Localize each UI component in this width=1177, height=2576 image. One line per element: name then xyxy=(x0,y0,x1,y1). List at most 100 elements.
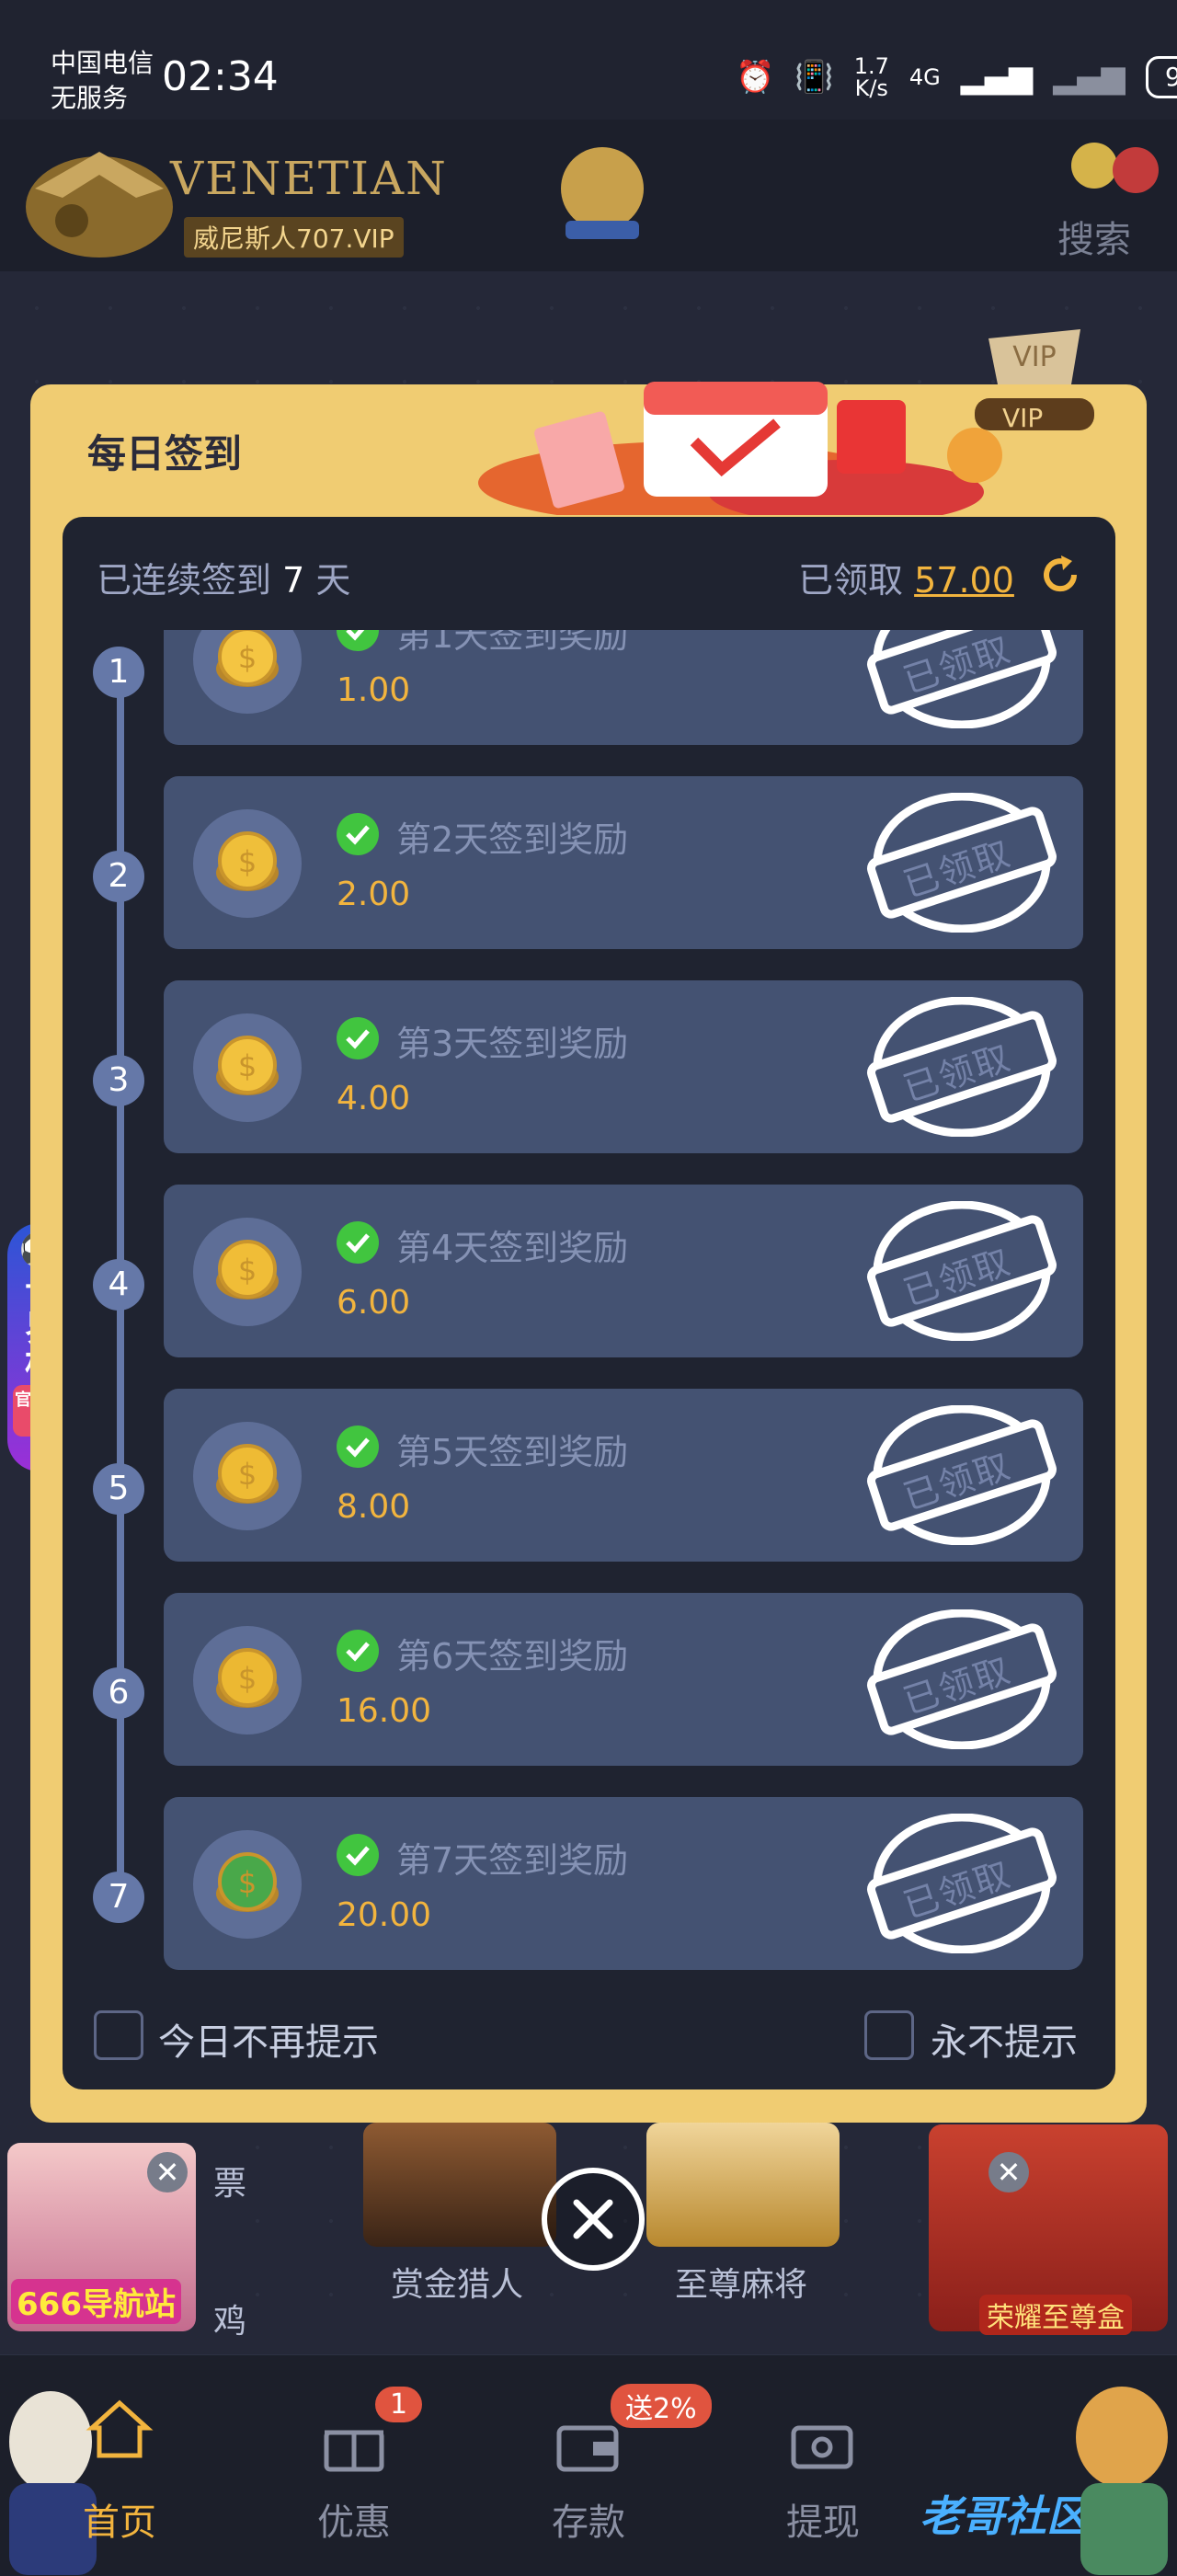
day-index-badge: 6 xyxy=(93,1667,144,1719)
day-index-badge: 4 xyxy=(93,1259,144,1311)
nav-home[interactable]: 首页 xyxy=(55,2492,184,2546)
claimed-summary: 已领取 57.00 xyxy=(798,552,1014,602)
balloon-icon xyxy=(1071,143,1159,193)
coin-icon: $ xyxy=(193,1830,302,1939)
tiger-mascot-icon xyxy=(1076,2387,1168,2575)
svg-text:$: $ xyxy=(238,1865,257,1900)
coin-icon: $ xyxy=(193,1422,302,1530)
day-title: 第2天签到奖励 xyxy=(396,819,629,860)
checkmark-icon xyxy=(337,813,379,855)
refresh-icon[interactable] xyxy=(1037,552,1083,598)
promo-tile-right-label: 荣耀至尊盒 xyxy=(979,2295,1132,2335)
day-amount: 6.00 xyxy=(337,1284,411,1322)
net-speed: 1.7 K/s xyxy=(853,53,889,101)
streak-summary: 已连续签到 7 天 xyxy=(97,552,350,602)
game-name-bounty-hunters[interactable]: 赏金猎人 xyxy=(391,2258,523,2306)
day-index-badge: 2 xyxy=(93,851,144,902)
checkin-day-row: $ 第5天签到奖励 8.00 已领取 xyxy=(164,1389,1083,1562)
dont-remind-today-checkbox[interactable] xyxy=(94,2010,143,2060)
checkmark-icon xyxy=(337,1834,379,1876)
day-amount: 2.00 xyxy=(337,876,411,913)
day-index-badge: 3 xyxy=(93,1055,144,1106)
lion-logo-icon xyxy=(26,152,173,258)
streak-days: 7 xyxy=(282,560,305,601)
svg-text:$: $ xyxy=(238,1457,257,1492)
claimed-stamp: 已领取 xyxy=(864,1404,1059,1546)
day-title: 第1天签到奖励 xyxy=(396,630,629,656)
status-time: 02:34 xyxy=(162,53,279,100)
coin-icon: $ xyxy=(193,809,302,918)
carrier-info: 中国电信 无服务 xyxy=(51,46,154,116)
checkmark-icon xyxy=(337,1017,379,1059)
signal-off-icon: ▂▄▆ xyxy=(1053,59,1126,96)
checkmark-icon xyxy=(337,1425,379,1468)
day-amount: 4.00 xyxy=(337,1080,411,1117)
svg-text:$: $ xyxy=(238,844,257,879)
checkmark-icon xyxy=(337,630,379,651)
status-icons: ⏰ 📳 1.7 K/s 4G ▂▄▆ ▂▄▆ 92 xyxy=(736,55,1177,99)
close-icon[interactable]: ✕ xyxy=(988,2152,1029,2192)
checkin-day-row: $ 第1天签到奖励 1.00 已领取 xyxy=(164,630,1083,745)
svg-text:$: $ xyxy=(238,1048,257,1083)
checkin-day-row: $ 第3天签到奖励 4.00 已领取 xyxy=(164,980,1083,1153)
nav-deposit[interactable]: 存款 xyxy=(524,2492,653,2546)
day-title: 第4天签到奖励 xyxy=(396,1228,629,1268)
wallet-icon xyxy=(556,2425,619,2472)
list-item[interactable]: 票 xyxy=(213,2157,246,2204)
day-title: 第3天签到奖励 xyxy=(396,1024,629,1064)
day-amount: 8.00 xyxy=(337,1488,411,1526)
battery-icon: 92 xyxy=(1145,56,1177,98)
claimed-total: 57.00 xyxy=(914,560,1014,601)
close-icon[interactable]: ✕ xyxy=(147,2152,188,2192)
vibrate-icon: 📳 xyxy=(794,59,834,96)
day-amount: 1.00 xyxy=(337,671,411,709)
logo-text: VENETIAN xyxy=(170,152,448,205)
deposit-badge: 送2% xyxy=(611,2384,712,2428)
close-modal-button[interactable] xyxy=(542,2168,645,2271)
calendar-gift-illustration xyxy=(478,382,1002,515)
logo-subtitle: 威尼斯人707.VIP xyxy=(184,217,404,258)
checkmark-icon xyxy=(337,1630,379,1672)
game-tile-bounty-hunters[interactable] xyxy=(363,2123,556,2247)
coin-icon: $ xyxy=(193,630,302,714)
coin-icon: $ xyxy=(193,1218,302,1326)
network-type: 4G xyxy=(908,64,941,90)
world-cup-mascot-icon xyxy=(561,147,644,239)
gift-icon xyxy=(324,2430,384,2472)
svg-text:VIP: VIP xyxy=(1012,341,1056,373)
service-status: 无服务 xyxy=(51,83,129,113)
nav-withdraw[interactable]: 提现 xyxy=(759,2492,887,2546)
streak-prefix: 已连续签到 xyxy=(97,560,272,601)
game-name-mahjong[interactable]: 至尊麻将 xyxy=(675,2258,807,2306)
game-tile-mahjong[interactable] xyxy=(646,2123,840,2247)
day-index-badge: 7 xyxy=(93,1872,144,1923)
day-amount: 16.00 xyxy=(337,1692,432,1730)
carrier-name: 中国电信 xyxy=(51,48,154,78)
checkin-day-row: $ 第7天签到奖励 20.00 已领取 xyxy=(164,1797,1083,1970)
svg-text:$: $ xyxy=(238,1253,257,1288)
svg-text:$: $ xyxy=(238,1661,257,1696)
streak-suffix: 天 xyxy=(315,560,351,601)
svg-text:$: $ xyxy=(238,640,257,675)
claimed-stamp: 已领取 xyxy=(864,630,1059,729)
claimed-stamp: 已领取 xyxy=(864,1813,1059,1954)
claimed-stamp: 已领取 xyxy=(864,996,1059,1138)
promo-tile-left-label: 666导航站 xyxy=(11,2279,181,2324)
claimed-stamp: 已领取 xyxy=(864,1200,1059,1342)
vip-badge-label: VIP xyxy=(1002,403,1044,433)
coin-icon: $ xyxy=(193,1013,302,1122)
day-title: 第5天签到奖励 xyxy=(396,1432,629,1472)
search-button[interactable]: 搜索 xyxy=(1057,210,1131,263)
checkin-day-row: $ 第6天签到奖励 16.00 已领取 xyxy=(164,1593,1083,1766)
list-item[interactable]: 鸡 xyxy=(213,2295,246,2342)
signal-icon: ▂▄▆ xyxy=(960,59,1034,96)
nav-promotions[interactable]: 优惠 xyxy=(290,2492,418,2546)
home-icon xyxy=(86,2399,154,2458)
dont-remind-today-label: 今日不再提示 xyxy=(158,2021,379,2064)
modal-title: 每日签到 xyxy=(87,431,243,476)
day-index-badge: 1 xyxy=(93,647,144,698)
never-remind-checkbox[interactable] xyxy=(864,2010,914,2060)
close-icon xyxy=(573,2199,613,2239)
withdraw-icon xyxy=(791,2425,853,2469)
checkin-day-row: $ 第2天签到奖励 2.00 已领取 xyxy=(164,776,1083,949)
